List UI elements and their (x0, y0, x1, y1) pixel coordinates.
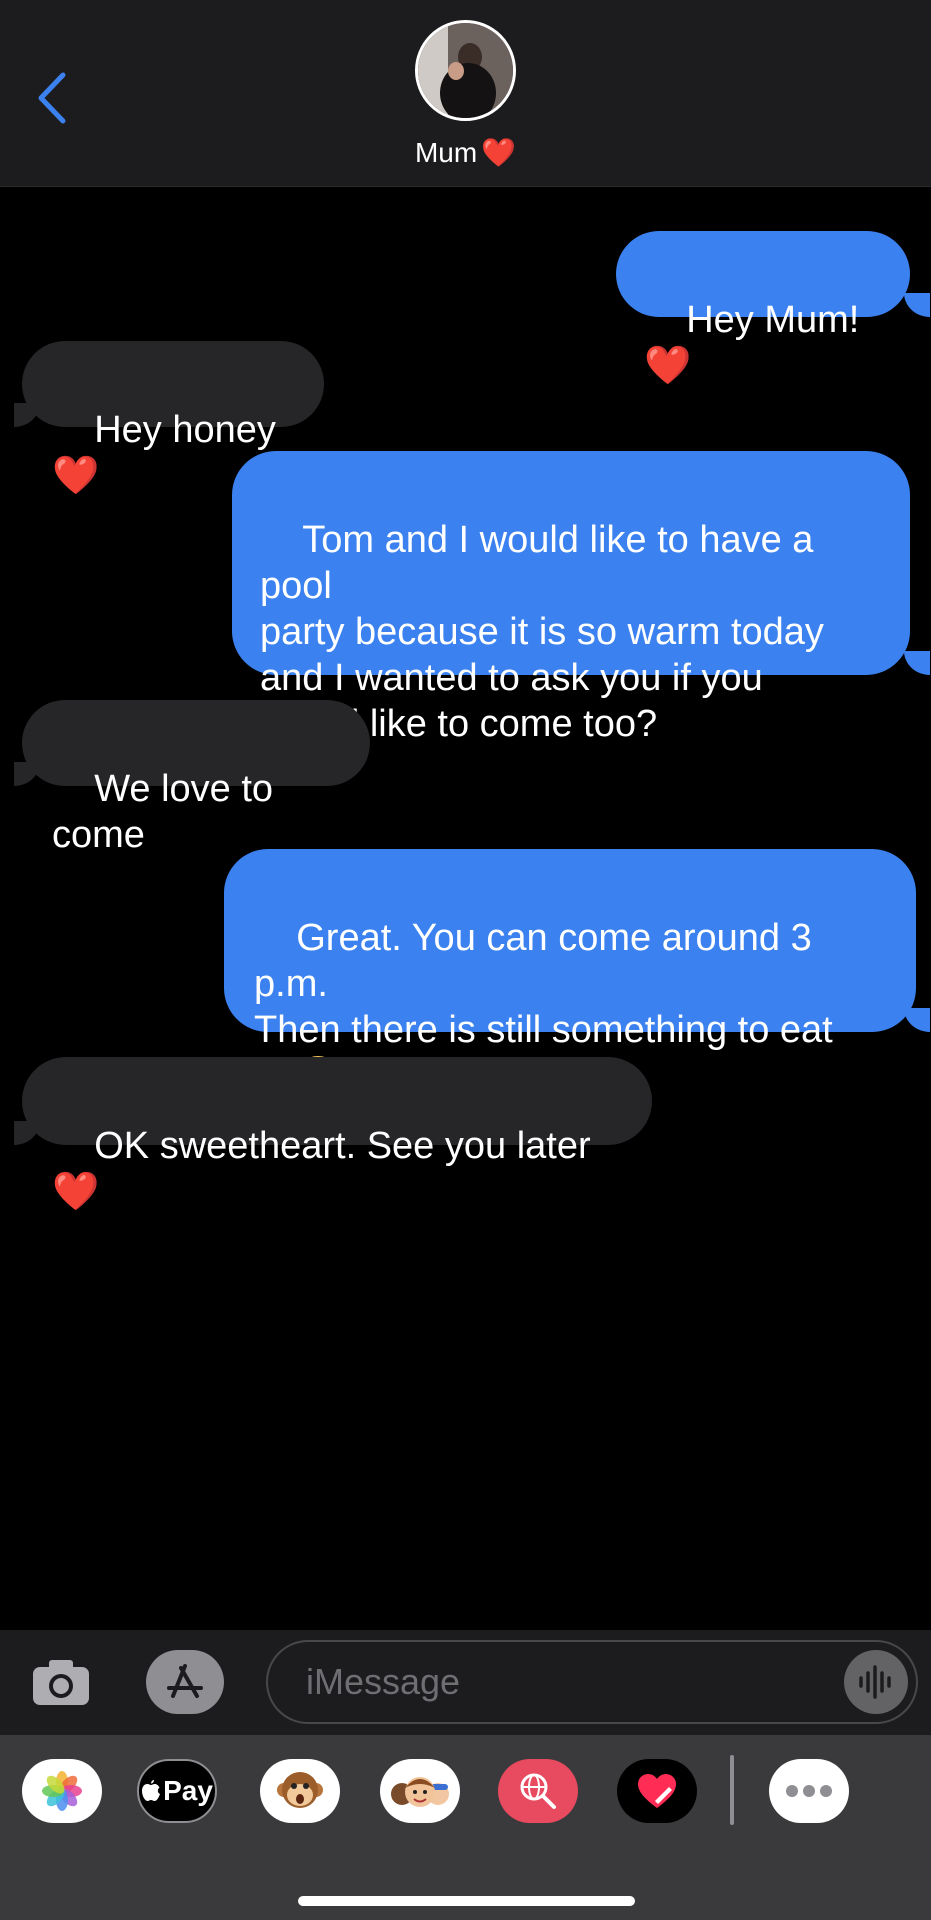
bubble-tail (14, 1121, 40, 1145)
contact-photo (418, 23, 513, 118)
bubble-tail (904, 1008, 930, 1032)
drawer-divider (730, 1755, 734, 1825)
digital-touch-app-button[interactable] (617, 1759, 697, 1823)
message-text: Hey honey (94, 409, 276, 451)
apple-pay-label: Pay (163, 1775, 213, 1806)
more-apps-button[interactable] (769, 1759, 849, 1823)
message-input[interactable] (304, 1660, 828, 1704)
app-store-icon (167, 1664, 203, 1698)
message-text: OK sweetheart. See you later (94, 1125, 591, 1167)
heart-touch-icon (638, 1774, 676, 1808)
bubble-tail (904, 293, 930, 317)
heart-emoji-icon: ❤️ (52, 455, 100, 497)
bubble-tail (904, 651, 930, 675)
bubble-tail (14, 762, 40, 786)
sent-message-bubble[interactable]: Tom and I would like to have a pool part… (232, 451, 910, 745)
received-message-bubble[interactable]: Hey honey❤️ (22, 341, 324, 497)
apple-logo-icon (142, 1780, 161, 1801)
audio-message-button[interactable] (844, 1650, 908, 1714)
heart-emoji-icon: ❤️ (52, 1171, 100, 1213)
heart-emoji-icon: ❤️ (644, 345, 692, 387)
sent-message-bubble[interactable]: Great. You can come around 3 p.m. Then t… (224, 849, 916, 1100)
sent-message-bubble[interactable]: Hey Mum!❤️ (616, 231, 910, 387)
camera-icon (33, 1660, 89, 1705)
back-button[interactable] (30, 68, 74, 128)
compose-bar (0, 1630, 931, 1735)
message-text: Hey Mum! (686, 299, 860, 341)
message-text: Great. You can come around 3 p.m. Then t… (254, 917, 833, 1051)
memoji-stickers-icon (391, 1777, 449, 1807)
memoji-app-button[interactable] (380, 1759, 460, 1823)
conversation-header: Mum ❤️ (0, 0, 931, 187)
received-message-bubble[interactable]: We love to come (22, 700, 370, 856)
message-input-field[interactable] (266, 1640, 918, 1724)
app-drawer: Pay (0, 1735, 931, 1920)
contact-name[interactable]: Mum ❤️ (0, 136, 931, 169)
camera-button[interactable] (28, 1652, 94, 1712)
app-store-button[interactable] (146, 1650, 224, 1714)
chevron-left-icon (38, 72, 66, 124)
heart-emoji-icon: ❤️ (481, 137, 517, 168)
globe-search-icon (520, 1773, 556, 1809)
message-text: We love to come (52, 768, 284, 856)
image-search-app-button[interactable] (498, 1759, 578, 1823)
avatar[interactable] (415, 20, 516, 121)
more-icon (786, 1785, 832, 1797)
monkey-animoji-icon (277, 1772, 323, 1808)
home-indicator[interactable] (298, 1896, 635, 1906)
contact-name-text: Mum (414, 137, 478, 168)
apple-pay-app-button[interactable]: Pay (137, 1759, 217, 1823)
photos-icon (42, 1771, 82, 1811)
received-message-bubble[interactable]: OK sweetheart. See you later❤️ (22, 1057, 652, 1213)
animoji-app-button[interactable] (260, 1759, 340, 1823)
waveform-icon (859, 1665, 891, 1699)
photos-app-button[interactable] (22, 1759, 102, 1823)
bubble-tail (14, 403, 40, 427)
